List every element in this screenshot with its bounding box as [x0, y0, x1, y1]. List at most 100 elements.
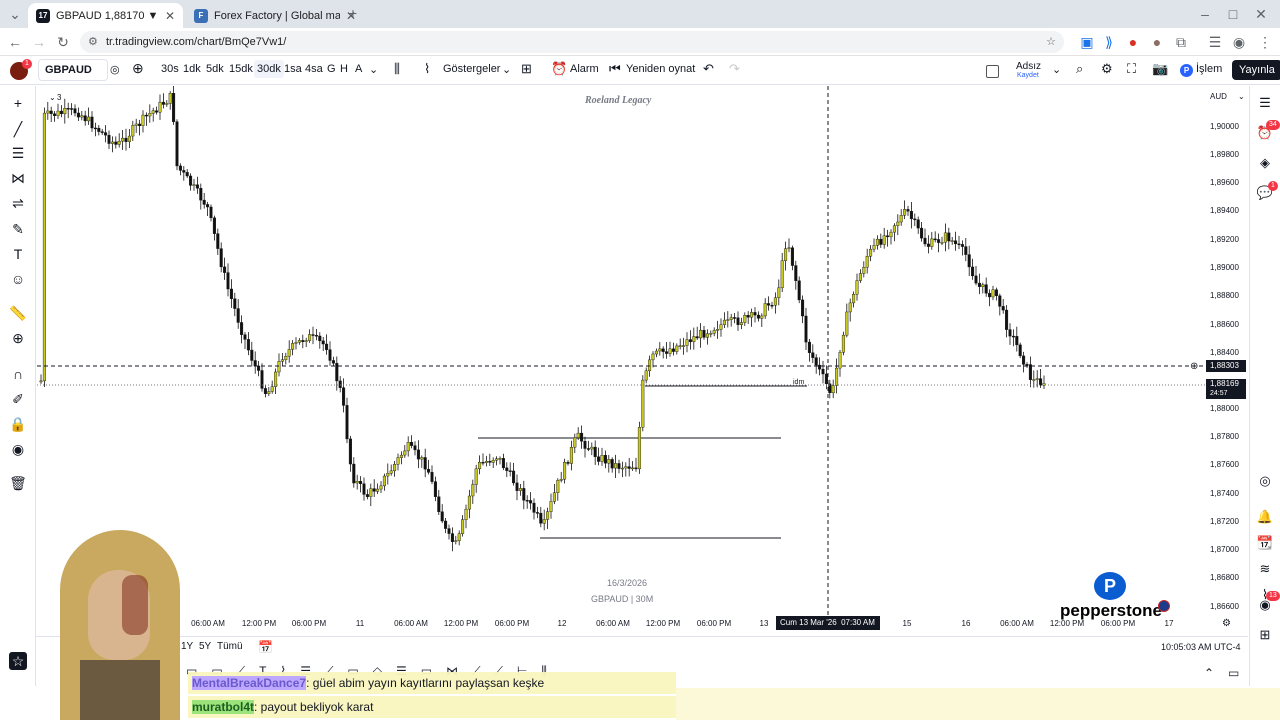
url-input[interactable]: ⚙ tr.tradingview.com/chart/BmQe7Vw1/ ☆ [80, 31, 1064, 53]
bell-icon[interactable]: 🔔 [1256, 508, 1274, 526]
stay-drawing-icon[interactable]: ✐ [9, 390, 27, 408]
candle-body [318, 335, 322, 342]
target-icon[interactable]: ◎ [1256, 472, 1274, 490]
symbol-search-input[interactable]: GBPAUD [38, 59, 108, 81]
axis-settings-icon[interactable]: ⚙ [1222, 618, 1231, 629]
replay-icon[interactable]: ⏮ [609, 61, 621, 77]
maximize-panel-icon[interactable]: ▭ [1228, 666, 1239, 680]
legend-collapse[interactable]: ⌄ [49, 93, 56, 102]
layout-grid-icon[interactable]: ⊞ [521, 61, 532, 77]
crosshair-icon[interactable]: + [9, 94, 27, 112]
candle-body [114, 141, 118, 145]
zoom-in-icon[interactable]: ⊕ [9, 329, 27, 347]
interval-4sa[interactable]: 4sa [305, 63, 323, 75]
browser-menu-icon[interactable]: ⋮ [1256, 33, 1274, 51]
extension-icon[interactable]: ▣ [1078, 33, 1096, 51]
calendar-goto-icon[interactable]: 📅 [258, 640, 273, 654]
extension-icon[interactable]: ⟫ [1100, 33, 1118, 51]
alarm-clock-icon[interactable]: ⏰ [551, 61, 567, 77]
forecast-icon[interactable]: ⇌ [9, 194, 27, 212]
layout-box-icon[interactable] [986, 65, 999, 78]
candle-body [777, 287, 781, 298]
redo-icon[interactable]: ↷ [729, 61, 740, 77]
text-tool-icon[interactable]: T [9, 245, 27, 263]
range-all[interactable]: Tümü [217, 641, 243, 652]
close-window-icon[interactable]: ✕ [1252, 5, 1270, 23]
publish-button[interactable]: Yayınla [1232, 60, 1280, 80]
price-axis[interactable]: AUD ⌄ 1,90000 1,89800 1,89600 1,89400 1,8920… [1190, 86, 1248, 616]
indicators-button[interactable]: Göstergeler [443, 63, 500, 75]
close-tab-icon[interactable]: ✕ [165, 9, 175, 23]
eye-icon[interactable]: ◉ [9, 440, 27, 458]
bookmark-star-icon[interactable]: ☆ [1046, 31, 1056, 53]
legend-count[interactable]: 3 [57, 93, 62, 102]
alarm-button[interactable]: Alarm [570, 63, 599, 75]
compare-icon[interactable]: ◎ [110, 63, 120, 76]
interval-30dk[interactable]: 30dk [254, 60, 284, 78]
lock-icon[interactable]: 🔒 [9, 415, 27, 433]
tab-search-icon[interactable]: ⌄ [6, 5, 24, 23]
profile-avatar-icon[interactable]: ◉ [1230, 33, 1248, 51]
interval-dropdown-icon[interactable]: ⌄ [369, 63, 378, 76]
tab-tradingview[interactable]: 17 GBPAUD 1,88170 ▼ −0.66% Ad ✕ [28, 3, 183, 28]
clock-timezone[interactable]: 10:05:03 AM UTC-4 [1161, 642, 1241, 652]
site-info-icon[interactable]: ⚙ [88, 31, 98, 53]
back-icon[interactable]: ← [6, 33, 24, 51]
interval-1sa[interactable]: 1sa [284, 63, 302, 75]
undo-icon[interactable]: ↶ [703, 61, 714, 77]
indicators-icon[interactable]: ⌇ [424, 61, 430, 77]
range-5y[interactable]: 5Y [199, 641, 211, 652]
tab-forexfactory[interactable]: F Forex Factory | Global markets ✕ [186, 3, 364, 28]
interval-h[interactable]: H [340, 63, 348, 75]
interval-5dk[interactable]: 5dk [206, 63, 224, 75]
ruler-icon[interactable]: 📏 [9, 304, 27, 322]
add-symbol-icon[interactable]: ⊕ [132, 60, 144, 77]
interval-g[interactable]: G [327, 63, 336, 75]
pattern-icon[interactable]: ⋈ [9, 169, 27, 187]
quick-search-icon[interactable]: ⌕ [1076, 61, 1083, 77]
minimize-icon[interactable]: – [1196, 5, 1214, 23]
candle-body [913, 218, 917, 221]
candle-body [855, 280, 859, 295]
favorites-star-icon[interactable]: ☆ [9, 652, 27, 670]
trash-icon[interactable]: 🗑 [9, 474, 27, 492]
layout-save[interactable]: Kaydet [1017, 72, 1039, 79]
emoji-icon[interactable]: ☺ [9, 270, 27, 288]
forward-icon[interactable]: → [30, 33, 48, 51]
candle-body [39, 380, 43, 383]
replay-button[interactable]: Yeniden oynat [626, 63, 695, 75]
apps-grid-icon[interactable]: ⊞ [1256, 626, 1274, 644]
interval-30s[interactable]: 30s [161, 63, 179, 75]
reading-list-icon[interactable]: ☰ [1206, 33, 1224, 51]
extensions-puzzle-icon[interactable]: ⧉ [1172, 33, 1190, 51]
candle-type-icon[interactable]: ⫼ [394, 61, 400, 77]
interval-a[interactable]: A [355, 63, 362, 75]
camera-snapshot-icon[interactable]: 📷 [1152, 61, 1168, 77]
reload-icon[interactable]: ↻ [54, 33, 72, 51]
trade-button[interactable]: İşlem [1196, 63, 1222, 75]
collapse-up-icon[interactable]: ⌃ [1204, 666, 1214, 680]
layers-icon[interactable]: ◈ [1256, 154, 1274, 172]
settings-gear-icon[interactable]: ⚙ [1101, 61, 1113, 77]
indicators-dropdown-icon[interactable]: ⌄ [502, 63, 511, 76]
layout-name[interactable]: Adsız [1016, 61, 1041, 72]
watchlist-icon[interactable]: ☰ [1256, 94, 1274, 112]
currency-dropdown-icon[interactable]: ⌄ [1238, 92, 1245, 101]
magnet-icon[interactable]: ∩ [9, 365, 27, 383]
extension-icon[interactable]: ● [1124, 33, 1142, 51]
layout-dropdown-icon[interactable]: ⌄ [1052, 63, 1061, 76]
fullscreen-icon[interactable]: ⛶ [1127, 61, 1136, 77]
candle-body [369, 488, 373, 497]
price-chart[interactable]: idm Roeland Legacy 16/3/2026 GBPAUD | 30… [37, 86, 1206, 616]
calendar-icon[interactable]: 📆 [1256, 534, 1274, 552]
brush-icon[interactable]: ✎ [9, 220, 27, 238]
extension-icon[interactable]: ● [1148, 33, 1166, 51]
interval-15dk[interactable]: 15dk [229, 63, 253, 75]
new-tab-icon[interactable]: + [344, 4, 362, 22]
fib-lines-icon[interactable]: ☰ [9, 144, 27, 162]
crosshair-plus-icon[interactable]: ⊕ [1190, 361, 1198, 372]
feed-icon[interactable]: ≋ [1256, 560, 1274, 578]
trendline-icon[interactable]: ╱ [9, 120, 27, 138]
maximize-icon[interactable]: □ [1224, 5, 1242, 23]
interval-1dk[interactable]: 1dk [183, 63, 201, 75]
